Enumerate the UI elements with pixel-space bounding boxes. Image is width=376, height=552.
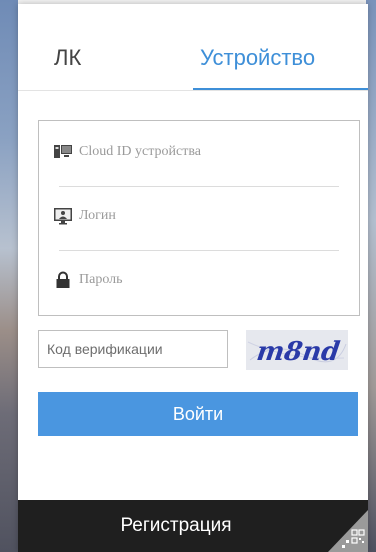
cloud-id-input[interactable] xyxy=(79,143,339,161)
captcha-text: m8nd xyxy=(255,336,342,367)
register-button[interactable]: Регистрация xyxy=(18,500,334,552)
captcha-image[interactable]: m8nd xyxy=(246,330,348,370)
login-row[interactable] xyxy=(39,185,359,249)
login-panel: ЛК Устройство Cloud ID устройства Логин … xyxy=(18,4,368,552)
cloud-id-row[interactable] xyxy=(39,121,359,185)
tab-lk[interactable]: ЛК xyxy=(54,44,81,72)
active-tab-indicator xyxy=(193,88,368,90)
credentials-box xyxy=(38,120,360,316)
device-icon xyxy=(54,145,72,158)
login-button[interactable]: Войти xyxy=(38,392,358,436)
footer-bar: Регистрация xyxy=(18,500,368,552)
background-blur-left xyxy=(0,0,18,552)
tab-bar: ЛК Устройство xyxy=(18,4,368,91)
verification-code-input[interactable] xyxy=(38,330,228,368)
qr-code-icon[interactable] xyxy=(328,500,368,552)
login-input[interactable] xyxy=(79,207,339,225)
password-input[interactable] xyxy=(79,271,339,289)
password-row[interactable] xyxy=(39,249,359,313)
lock-icon xyxy=(56,271,70,288)
monitor-user-icon xyxy=(54,208,72,225)
tab-device[interactable]: Устройство xyxy=(200,44,315,72)
